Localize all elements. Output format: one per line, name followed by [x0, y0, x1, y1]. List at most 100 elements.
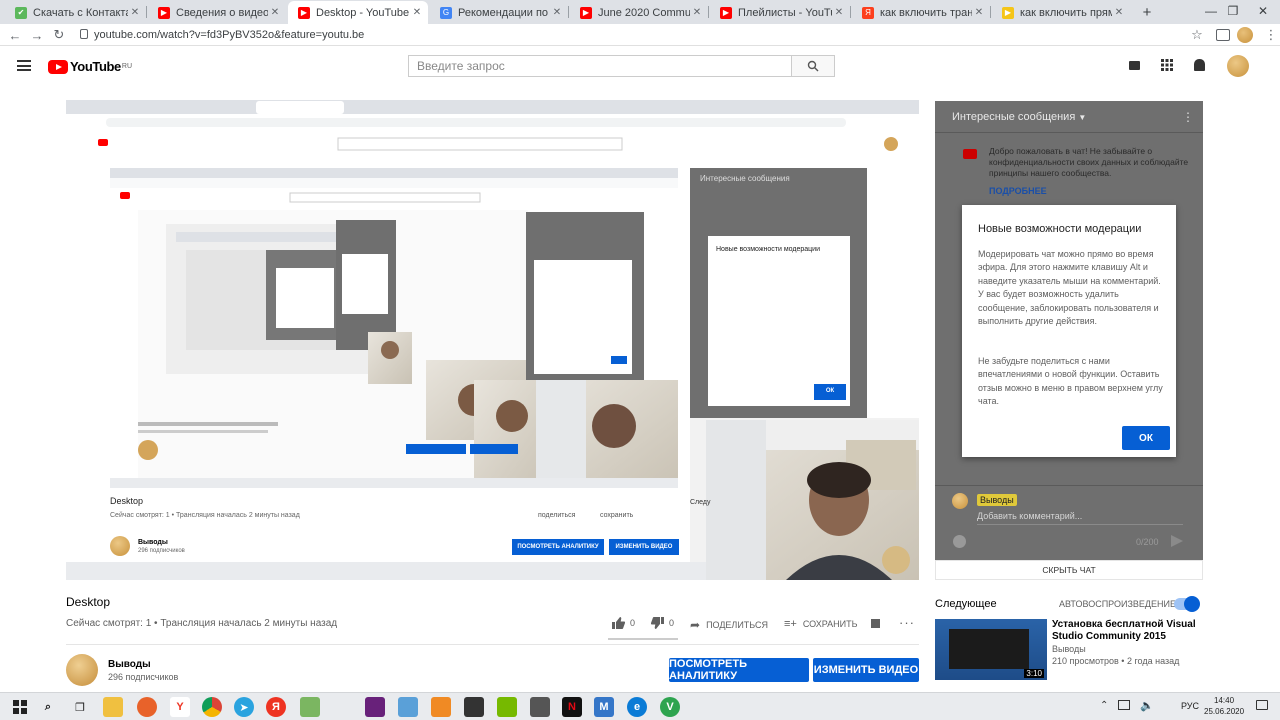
yandex-icon[interactable]: Я: [266, 697, 286, 717]
chat-header-title[interactable]: Интересные сообщения ▼: [952, 111, 1086, 123]
tab-close-icon[interactable]: ✕: [690, 7, 704, 18]
notepad-plus-icon[interactable]: [300, 697, 320, 717]
tab-close-icon[interactable]: ✕: [972, 7, 986, 18]
reload-button[interactable]: ↻: [50, 26, 68, 44]
calculator-icon[interactable]: [464, 697, 484, 717]
modal-ok-button[interactable]: ОК: [1122, 426, 1170, 450]
up-next-heading: Следующее: [935, 598, 997, 610]
edit-video-button[interactable]: ИЗМЕНИТЬ ВИДЕО: [813, 658, 919, 682]
account-avatar[interactable]: [1227, 55, 1249, 77]
browser-tab[interactable]: ▶ June 2020 Community Lette✕: [570, 1, 708, 24]
windows-start-icon[interactable]: [10, 697, 30, 717]
tab-close-icon[interactable]: ✕: [1112, 7, 1126, 18]
tab-favicon-icon: G: [440, 6, 452, 19]
autoplay-toggle[interactable]: [1174, 596, 1200, 612]
inner-video-stats: Сейчас смотрят: 1 • Трансляция началась …: [110, 512, 300, 519]
inner-video-title: Desktop: [110, 496, 144, 506]
apps-grid-icon[interactable]: [1161, 59, 1173, 71]
dislike-button[interactable]: 0: [651, 617, 674, 629]
search-button[interactable]: [792, 55, 835, 77]
volume-icon[interactable]: 🔈: [1140, 699, 1154, 712]
chat-more-icon[interactable]: ⋮: [1182, 110, 1194, 124]
inner-subs: 296 подписчиков: [138, 548, 185, 554]
profile-avatar[interactable]: [1237, 27, 1253, 43]
tab-separator: [146, 6, 147, 18]
tab-label: Desktop - YouTube: [316, 6, 410, 19]
video-player[interactable]: Desktop Сейчас смотрят: 1 • Трансляция н…: [66, 100, 919, 580]
file-explorer-icon[interactable]: [103, 697, 123, 717]
tab-close-icon[interactable]: ✕: [128, 7, 142, 18]
tab-close-icon[interactable]: ✕: [550, 7, 564, 18]
close-window-button[interactable]: ✕: [1240, 0, 1280, 22]
channel-name[interactable]: Выводы: [108, 659, 151, 670]
edge-icon[interactable]: e: [627, 697, 647, 717]
share-button[interactable]: ➦ ПОДЕЛИТЬСЯ: [690, 618, 768, 632]
editor-icon[interactable]: [398, 697, 418, 717]
send-icon[interactable]: [1171, 535, 1183, 547]
browser-tab[interactable]: ▶ как включить прямую тра✕: [992, 1, 1130, 24]
task-view-icon[interactable]: ❐: [70, 697, 90, 717]
view-analytics-button[interactable]: ПОСМОТРЕТЬ АНАЛИТИКУ: [669, 658, 809, 682]
app-m-icon[interactable]: M: [594, 697, 614, 717]
browser-tab[interactable]: ✔ Скачать с Контакта, Ютуб✕: [5, 1, 146, 24]
like-button[interactable]: 0: [612, 617, 635, 629]
network-icon[interactable]: [1118, 700, 1130, 710]
extensions-icon[interactable]: [1216, 29, 1230, 41]
url-input[interactable]: youtube.com/watch?v=fd3PyBV352o&feature=…: [76, 26, 1206, 44]
chat-message-input[interactable]: Добавить комментарий...: [977, 511, 1183, 525]
netflix-icon[interactable]: N: [562, 697, 582, 717]
tab-label: Плейлисты - YouTube: [738, 6, 832, 19]
tab-close-icon[interactable]: ✕: [268, 7, 282, 18]
browser-tab[interactable]: ▶ Плейлисты - YouTube✕: [710, 1, 850, 24]
tab-label: June 2020 Community Lette: [598, 6, 690, 19]
browser-menu-icon[interactable]: ⋮: [1262, 26, 1280, 44]
browser-tab[interactable]: ▶ Desktop - YouTube ✕: [288, 1, 428, 24]
youtube-logo[interactable]: YouTube RU: [48, 59, 132, 74]
camera-icon[interactable]: [530, 697, 550, 717]
report-flag-icon[interactable]: [871, 619, 880, 628]
hide-chat-button[interactable]: СКРЫТЬ ЧАТ: [935, 560, 1203, 580]
channel-avatar[interactable]: [66, 654, 98, 686]
chat-more-link[interactable]: ПОДРОБНЕЕ: [989, 186, 1047, 196]
live-chat-panel: Интересные сообщения ▼ ⋮ Добро пожаловат…: [935, 101, 1203, 579]
video-title: Desktop: [66, 595, 111, 609]
forward-button[interactable]: →: [28, 26, 46, 44]
tab-close-icon[interactable]: ✕: [832, 7, 846, 18]
chat-char-counter: 0/200: [1136, 537, 1159, 547]
app-v-icon[interactable]: V: [660, 697, 680, 717]
moderation-modal: Новые возможности модерации Модерировать…: [962, 205, 1176, 457]
telegram-icon[interactable]: ➤: [234, 697, 254, 717]
clock-date[interactable]: 25.06.2020: [1204, 707, 1244, 716]
browser-tab[interactable]: Якак включить трансляцию✕: [852, 1, 990, 24]
chrome-icon[interactable]: [202, 697, 222, 717]
more-actions-icon[interactable]: ···: [899, 615, 915, 630]
new-tab-button[interactable]: +: [1138, 2, 1156, 22]
yandex-browser-icon[interactable]: Y: [170, 697, 190, 717]
notifications-icon[interactable]: [1256, 700, 1268, 710]
tray-chevron-icon[interactable]: ⌃: [1100, 700, 1108, 711]
logo-text: YouTube: [70, 59, 121, 74]
save-button[interactable]: ≡+ СОХРАНИТЬ: [784, 618, 858, 630]
up-next-title[interactable]: Установка бесплатной Visual Studio Commu…: [1052, 619, 1202, 643]
create-video-icon[interactable]: [1129, 61, 1140, 70]
emoji-icon[interactable]: [953, 535, 966, 548]
search-input[interactable]: Введите запрос: [408, 55, 792, 77]
tab-close-icon[interactable]: ✕: [410, 7, 424, 18]
vlc-icon[interactable]: [431, 697, 451, 717]
firefox-icon[interactable]: [137, 697, 157, 717]
notifications-bell-icon[interactable]: [1194, 59, 1205, 71]
browser-tab[interactable]: G Рекомендации по работе✕: [430, 1, 568, 24]
up-next-thumbnail[interactable]: 3:10: [935, 619, 1047, 680]
dislike-count: 0: [669, 618, 675, 628]
visual-studio-icon[interactable]: [365, 697, 385, 717]
hamburger-menu-icon[interactable]: [17, 60, 31, 71]
keyboard-language[interactable]: РУС: [1181, 701, 1199, 711]
back-button[interactable]: ←: [6, 26, 24, 44]
bookmark-star-icon[interactable]: ☆: [1188, 26, 1206, 44]
browser-tab[interactable]: ▶ Сведения о видео - YouTube✕: [148, 1, 286, 24]
clock-time[interactable]: 14:40: [1214, 696, 1234, 705]
search-taskbar-icon[interactable]: ⌕: [38, 697, 58, 717]
chat-welcome-text: Добро пожаловать в чат! Не забывайте о к…: [989, 146, 1189, 178]
inner-next-label: Следу: [690, 499, 711, 506]
nvidia-icon[interactable]: [497, 697, 517, 717]
